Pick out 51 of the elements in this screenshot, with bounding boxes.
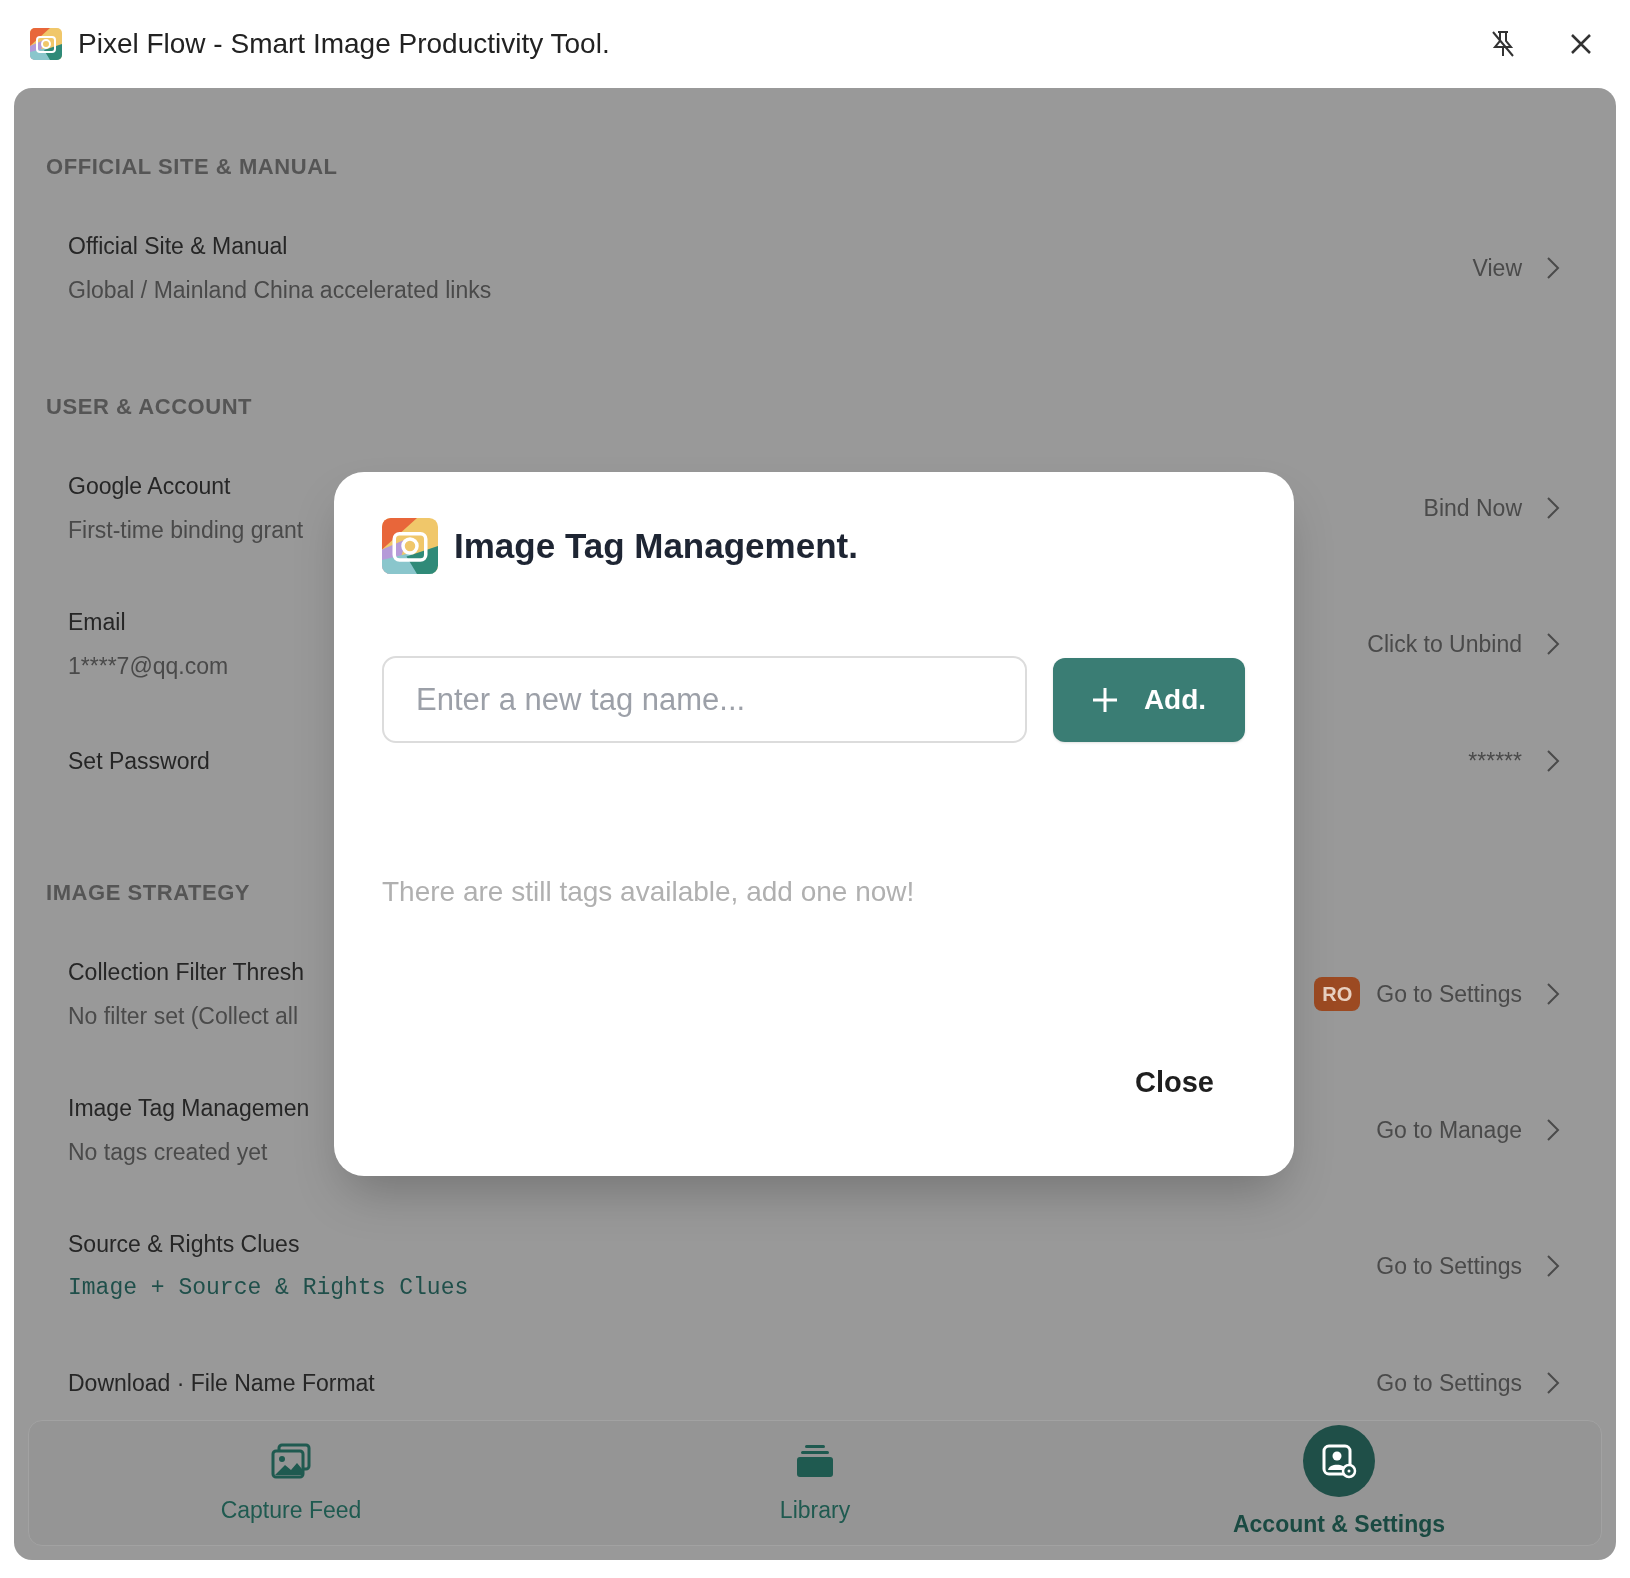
nav-tab[interactable]: Account & Settings	[1077, 1421, 1601, 1545]
chevron-right-icon	[1546, 1371, 1560, 1396]
setting-action[interactable]: View	[1472, 250, 1560, 286]
setting-subtitle: First-time binding grant	[68, 516, 304, 544]
setting-subtitle: No tags created yet	[68, 1138, 268, 1166]
close-icon[interactable]	[1570, 33, 1592, 55]
tag-name-field[interactable]: Enter a new tag name...	[382, 656, 1027, 743]
close-button[interactable]: Close	[1135, 1061, 1214, 1105]
setting-subtitle: 1****7@qq.com	[68, 652, 229, 680]
setting-action[interactable]: Go to Manage	[1376, 1112, 1560, 1148]
setting-title: Collection Filter Thresh	[68, 958, 305, 986]
setting-title: Image Tag Managemen	[68, 1094, 310, 1122]
app-logo	[382, 518, 438, 574]
setting-action[interactable]: ******	[1468, 744, 1560, 779]
setting-action[interactable]: Go to Settings	[1376, 1248, 1560, 1284]
pro-badge: RO	[1314, 977, 1361, 1011]
unpin-icon[interactable]	[1490, 30, 1516, 58]
user-gear-icon	[1321, 1442, 1357, 1479]
stack-icon	[795, 1442, 835, 1479]
chevron-right-icon	[1546, 1118, 1560, 1142]
setting-title: Source & Rights Clues	[68, 1230, 300, 1258]
setting-action[interactable]: Bind Now	[1423, 490, 1560, 526]
setting-subtitle: No filter set (Collect all	[68, 1002, 299, 1030]
add-button[interactable]: Add.	[1053, 657, 1245, 742]
setting-title: Email	[68, 608, 126, 636]
plus-icon	[1091, 686, 1118, 713]
chevron-right-icon	[1546, 256, 1560, 280]
chevron-right-icon	[1546, 496, 1560, 520]
nav-tab[interactable]: Library	[553, 1421, 1077, 1545]
setting-title: Set Password	[68, 747, 210, 776]
setting-action[interactable]: Go to Settings	[1376, 976, 1560, 1012]
setting-title: Google Account	[68, 472, 231, 500]
nav-tab[interactable]: Capture Feed	[29, 1421, 553, 1545]
dialog-title: Image Tag Management.	[454, 524, 858, 567]
section-heading: IMAGE STRATEGY	[46, 878, 251, 907]
section-heading: USER & ACCOUNT	[46, 392, 253, 421]
setting-action[interactable]: Click to Unbind	[1367, 626, 1560, 662]
chevron-right-icon	[1546, 1254, 1560, 1278]
setting-title: Download · File Name Format	[68, 1369, 375, 1398]
setting-title: Official Site & Manual	[68, 232, 288, 260]
images-icon	[271, 1442, 311, 1479]
setting-action[interactable]: Go to Settings	[1376, 1366, 1560, 1401]
chevron-right-icon	[1546, 749, 1560, 774]
app-logo	[30, 28, 62, 60]
section-heading: OFFICIAL SITE & MANUAL	[46, 152, 338, 181]
window-title: Pixel Flow - Smart Image Productivity Tool.	[78, 27, 611, 61]
chevron-right-icon	[1546, 632, 1560, 656]
chevron-right-icon	[1546, 982, 1560, 1006]
setting-subtitle: Image + Source & Rights Clues	[68, 1274, 469, 1302]
setting-subtitle: Global / Mainland China accelerated links	[68, 276, 492, 304]
empty-message: There are still tags available, add one now!	[382, 875, 916, 909]
